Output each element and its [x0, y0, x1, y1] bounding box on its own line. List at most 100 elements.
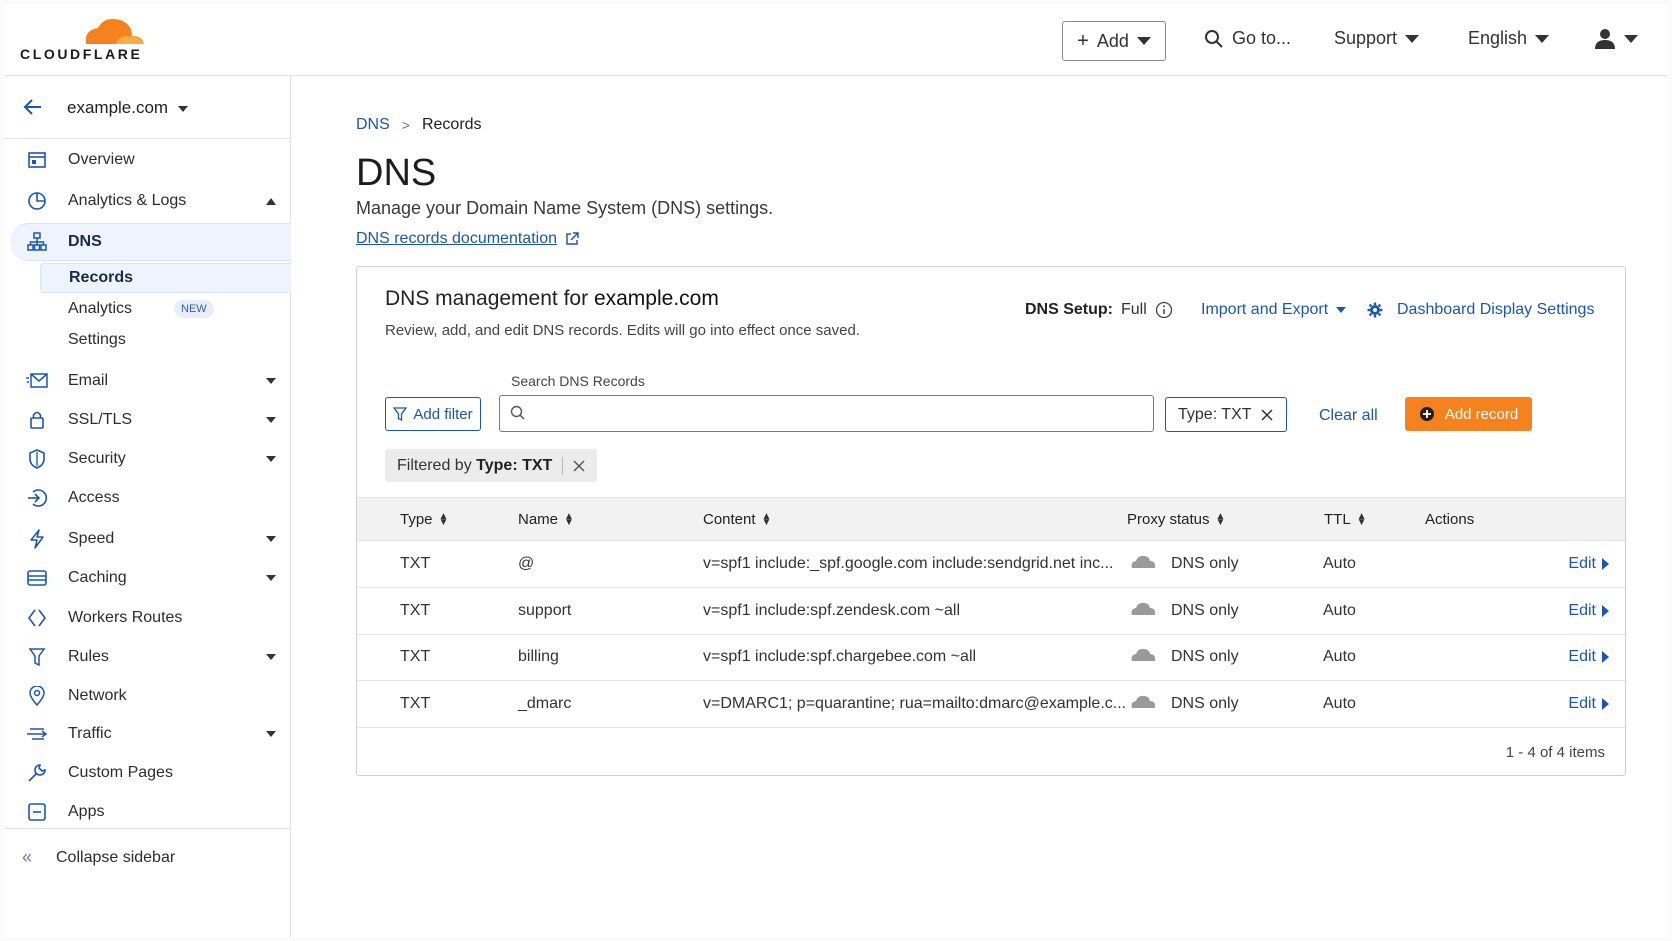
add-record-label: Add record [1444, 405, 1519, 423]
card-subtitle: Review, add, and edit DNS records. Edits… [385, 322, 860, 339]
search-icon [510, 405, 525, 420]
sidebar-item-label: Security [68, 450, 126, 467]
import-export-menu[interactable]: Import and Export [1201, 301, 1347, 319]
table-row[interactable]: TXT @ v=spf1 include:_spf.google.com inclu… [357, 541, 1625, 588]
add-record-button[interactable]: Add record [1405, 397, 1532, 431]
gear-icon [1367, 302, 1383, 318]
collapse-sidebar-button[interactable]: « Collapse sidebar [4, 828, 291, 886]
sidebar-item-overview[interactable]: Overview [4, 141, 291, 179]
cell-ttl: Auto [1323, 602, 1356, 619]
lock-icon [26, 409, 48, 431]
edit-record-button[interactable]: Edit [1568, 648, 1609, 666]
dns-setup-key: DNS Setup: [1025, 301, 1113, 318]
chevron-right-icon [1602, 605, 1609, 617]
support-menu[interactable]: Support [1334, 28, 1420, 49]
sidebar-item-security[interactable]: Security [4, 440, 291, 478]
back-arrow-icon[interactable] [22, 96, 44, 118]
cloudflare-logo[interactable]: CLOUDFLARE [20, 14, 150, 66]
support-label: Support [1334, 28, 1398, 48]
language-menu[interactable]: English [1468, 28, 1550, 49]
table-row[interactable]: TXT support v=spf1 include:spf.zendesk.com… [357, 588, 1625, 635]
dns-only-cloud-icon [1129, 600, 1157, 621]
chevron-up-icon [266, 197, 276, 205]
sidebar-subitem-records[interactable]: Records [40, 263, 291, 293]
workers-icon [26, 607, 48, 629]
column-header-ttl[interactable]: TTL ▲ ▼ [1324, 511, 1367, 528]
sidebar-item-label: SSL/TLS [68, 411, 133, 428]
column-header-name[interactable]: Name ▲ ▼ [518, 511, 574, 528]
chevron-down-icon [1405, 34, 1420, 43]
breadcrumb-dns-link[interactable]: DNS [356, 116, 390, 134]
shield-icon [26, 448, 48, 470]
goto-search[interactable]: Go to... [1204, 28, 1291, 49]
chevron-down-icon [1336, 307, 1347, 313]
edit-record-button[interactable]: Edit [1568, 555, 1609, 573]
close-icon[interactable] [1260, 408, 1274, 422]
edit-record-button[interactable]: Edit [1568, 695, 1609, 713]
table-row[interactable]: TXT billing v=spf1 include:spf.chargebee.c… [357, 634, 1625, 681]
sidebar-item-workers-routes[interactable]: Workers Routes [4, 599, 291, 637]
chevron-down-icon [1624, 35, 1638, 43]
pagination-count: 1 - 4 of 4 items [1505, 744, 1605, 761]
chevron-right-icon [1602, 651, 1609, 663]
rules-icon [26, 646, 48, 668]
cell-ttl: Auto [1323, 648, 1356, 665]
info-icon[interactable] [1155, 301, 1173, 319]
dashboard-display-settings-button[interactable]: Dashboard Display Settings [1367, 301, 1594, 319]
dns-setup-value: Full [1121, 301, 1147, 318]
chevron-down-icon [1136, 37, 1151, 45]
filter-icon [393, 407, 408, 421]
sort-icon: ▲ ▼ [564, 510, 574, 528]
sidebar-item-speed[interactable]: Speed [4, 520, 291, 558]
sidebar-subitem-settings[interactable]: Settings [40, 325, 291, 355]
clear-all-link[interactable]: Clear all [1319, 407, 1378, 425]
dns-only-cloud-icon [1129, 553, 1157, 574]
dns-docs-link[interactable]: DNS records documentation [356, 230, 579, 248]
sidebar-item-apps[interactable]: Apps [4, 793, 291, 831]
sort-icon: ▲ ▼ [1356, 510, 1367, 528]
cell-name: support [518, 602, 572, 619]
edit-record-button[interactable]: Edit [1568, 602, 1609, 620]
sort-icon: ▲ ▼ [761, 510, 772, 528]
sidebar-item-access[interactable]: Access [4, 479, 291, 517]
type-filter-chip[interactable]: Type: TXT [1165, 397, 1287, 432]
app-frame: CLOUDFLARE + Add Go to... Support Englis… [4, 4, 1668, 937]
add-filter-label: Add filter [413, 405, 473, 423]
cell-name: billing [518, 648, 559, 665]
sidebar-item-dns[interactable]: DNS [10, 223, 291, 261]
sidebar-item-rules[interactable]: Rules [4, 638, 291, 676]
sidebar-item-analytics-logs[interactable]: Analytics & Logs [4, 182, 291, 220]
page-title: DNS [356, 152, 437, 194]
page-description: Manage your Domain Name System (DNS) set… [356, 198, 774, 218]
sidebar-item-network[interactable]: Network [4, 677, 291, 715]
chevron-down-icon [266, 456, 276, 462]
divider [562, 456, 564, 475]
cell-name: @ [518, 555, 535, 572]
cell-content: v=DMARC1; p=quarantine; rua=mailto:dmarc… [703, 695, 1127, 712]
sidebar-item-custom-pages[interactable]: Custom Pages [4, 754, 291, 792]
sidebar-item-label: Overview [68, 151, 135, 168]
sidebar-subitem-analytics[interactable]: Analytics NEW [40, 294, 291, 324]
dns-icon [26, 231, 48, 253]
search-input[interactable] [499, 395, 1154, 432]
search-icon [1205, 29, 1223, 48]
user-menu[interactable] [1594, 28, 1638, 50]
sidebar-item-label: Workers Routes [68, 609, 183, 626]
sidebar-item-label: Traffic [68, 725, 112, 742]
sidebar-item-caching[interactable]: Caching [4, 559, 291, 597]
dashboard-display-settings-label: Dashboard Display Settings [1397, 301, 1595, 318]
plus-icon: + [1077, 29, 1089, 52]
collapse-sidebar-label: Collapse sidebar [56, 848, 176, 866]
sidebar-item-email[interactable]: Email [4, 362, 291, 400]
cell-content: v=spf1 include:_spf.google.com include:s… [703, 555, 1114, 572]
column-header-type[interactable]: Type ▲ ▼ [400, 511, 448, 528]
zone-selector[interactable]: example.com [4, 76, 291, 139]
add-filter-button[interactable]: Add filter [385, 397, 481, 431]
sidebar-item-traffic[interactable]: Traffic [4, 715, 291, 753]
column-header-proxy-status[interactable]: Proxy status ▲ ▼ [1127, 511, 1225, 528]
table-row[interactable]: TXT _dmarc v=DMARC1; p=quarantine; rua=mai… [357, 681, 1625, 728]
add-button[interactable]: + Add [1062, 21, 1166, 61]
column-header-content[interactable]: Content ▲ ▼ [703, 511, 771, 528]
close-icon[interactable] [573, 460, 585, 472]
sidebar-item-ssl-tls[interactable]: SSL/TLS [4, 401, 291, 439]
